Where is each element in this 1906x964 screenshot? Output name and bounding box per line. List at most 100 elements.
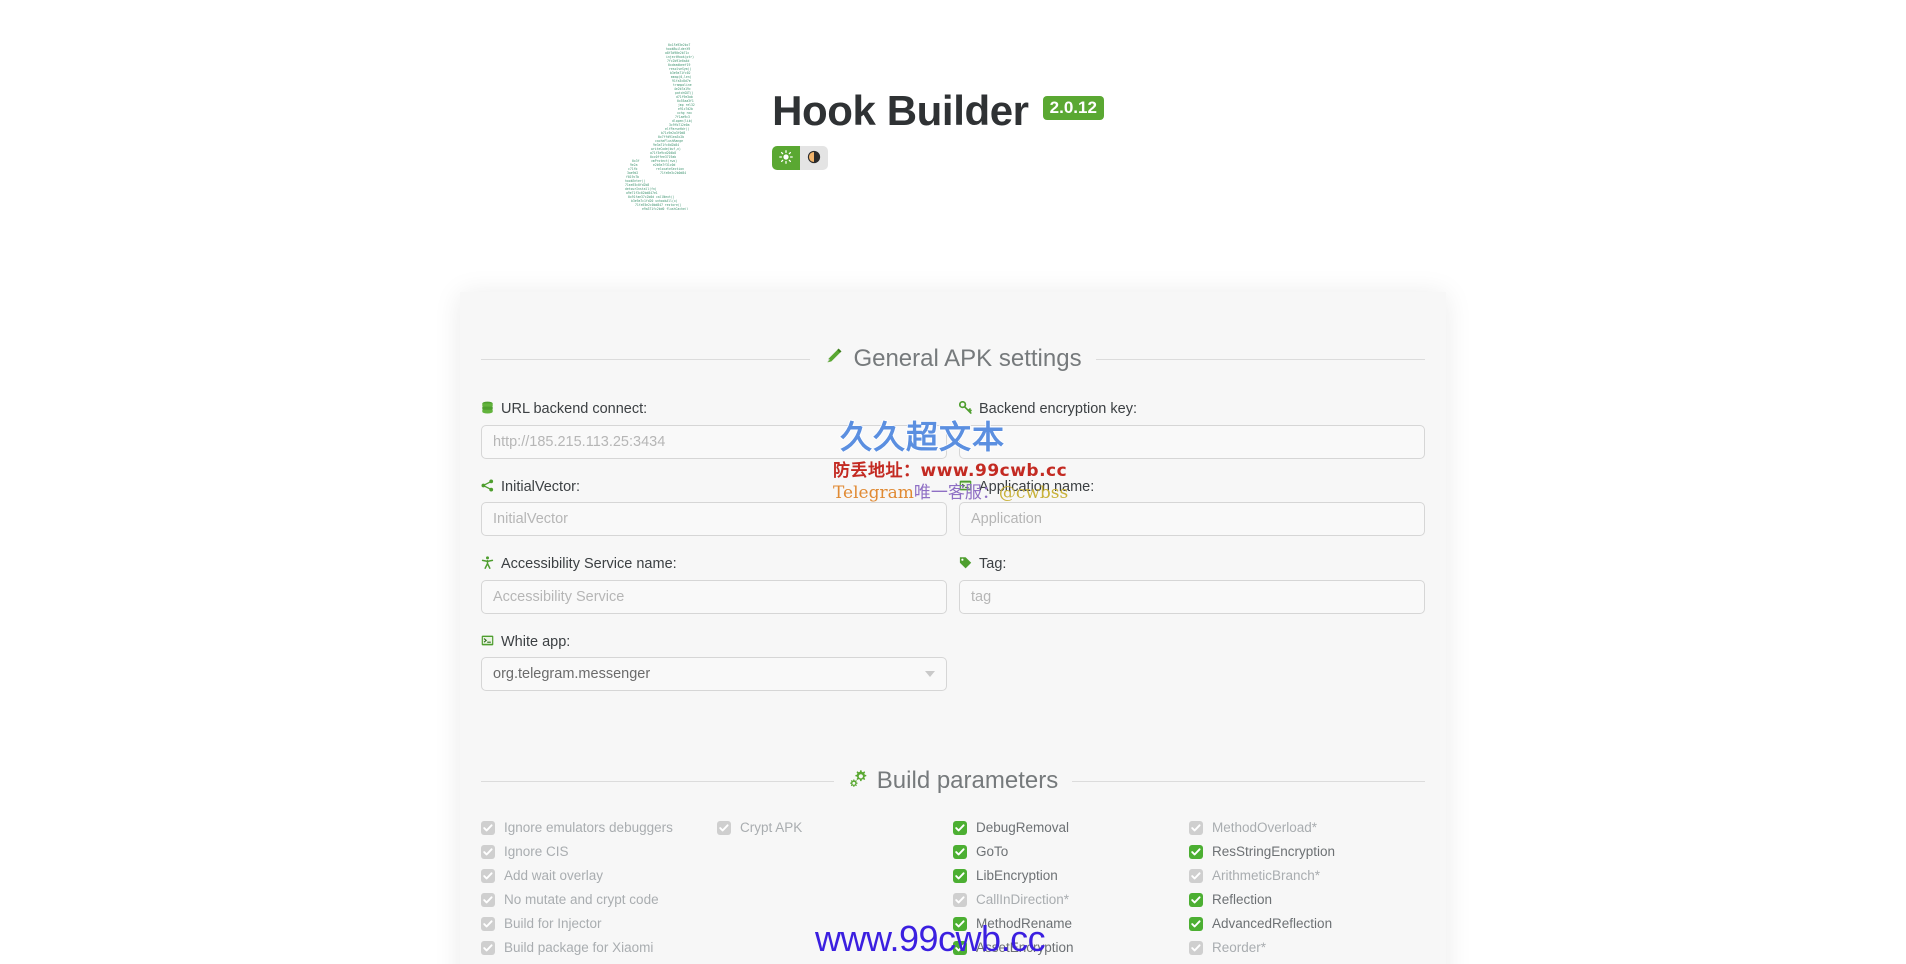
checkbox-row[interactable]: Reorder* bbox=[1189, 941, 1425, 955]
checkbox-label: AdvancedReflection bbox=[1212, 916, 1333, 932]
terminal-icon bbox=[481, 634, 494, 651]
checkbox-checked-icon[interactable] bbox=[953, 941, 967, 955]
checkbox-row[interactable]: MethodRename bbox=[953, 917, 1189, 931]
checkbox-checked-icon[interactable] bbox=[1189, 845, 1203, 859]
checkbox-label: GoTo bbox=[976, 844, 1009, 860]
tag-icon bbox=[959, 556, 972, 573]
accessibility-service-input[interactable] bbox=[481, 579, 947, 614]
theme-toggle[interactable] bbox=[772, 146, 829, 170]
checkbox-checked-icon[interactable] bbox=[481, 893, 495, 907]
checkbox-checked-icon[interactable] bbox=[481, 869, 495, 883]
checkbox-label: Reflection bbox=[1212, 892, 1273, 908]
checkbox-row[interactable]: MethodOverload* bbox=[1189, 821, 1425, 835]
checkbox-checked-icon[interactable] bbox=[953, 917, 967, 931]
version-badge: 2.0.12 bbox=[1042, 96, 1104, 120]
checkbox-row[interactable]: CallInDirection* bbox=[953, 893, 1189, 907]
checkbox-label: Build for Injector bbox=[504, 916, 602, 932]
database-icon bbox=[481, 401, 494, 418]
svg-text:71fa9e3c2b0d84: 71fa9e3c2b0d84 bbox=[660, 171, 686, 175]
checkbox-row[interactable]: DebugRemoval bbox=[953, 821, 1189, 835]
sun-icon bbox=[779, 149, 793, 167]
theme-light-button[interactable] bbox=[772, 146, 801, 170]
checkbox-row[interactable]: GoTo bbox=[953, 845, 1189, 859]
checkbox-checked-icon[interactable] bbox=[481, 845, 495, 859]
field-label-encryption-key: Backend encryption key: bbox=[979, 401, 1137, 417]
checkbox-label: MethodOverload* bbox=[1212, 820, 1318, 836]
url-backend-input[interactable] bbox=[481, 424, 947, 459]
checkbox-checked-icon[interactable] bbox=[481, 917, 495, 931]
checkbox-checked-icon[interactable] bbox=[481, 941, 495, 955]
share-icon bbox=[481, 479, 494, 496]
checkbox-row[interactable]: Ignore CIS bbox=[481, 845, 717, 859]
accessibility-icon bbox=[481, 556, 494, 573]
build-parameters-column-3: DebugRemoval GoTo LibEncryption CallInDirec… bbox=[953, 821, 1189, 955]
page-title: Hook Builder bbox=[772, 87, 1029, 134]
checkbox-label: Reorder* bbox=[1212, 940, 1267, 956]
checkbox-row[interactable]: Build for Injector bbox=[481, 917, 717, 931]
checkbox-checked-icon[interactable] bbox=[1189, 893, 1203, 907]
field-white-app: White app: org.telegram.messenger bbox=[481, 634, 947, 691]
checkbox-checked-icon[interactable] bbox=[1189, 917, 1203, 931]
divider-right bbox=[1095, 358, 1426, 360]
checkbox-row[interactable]: ResStringEncryption bbox=[1189, 845, 1425, 859]
checkbox-label: MethodRename bbox=[976, 916, 1073, 932]
contrast-icon bbox=[807, 150, 821, 167]
checkbox-row[interactable]: Add wait overlay bbox=[481, 869, 717, 883]
checkbox-checked-icon[interactable] bbox=[481, 821, 495, 835]
tag-input[interactable] bbox=[959, 579, 1425, 614]
checkbox-label: Add wait overlay bbox=[504, 868, 604, 884]
checkbox-row[interactable]: Ignore emulators debuggers bbox=[481, 821, 717, 835]
checkbox-row[interactable]: Reflection bbox=[1189, 893, 1425, 907]
field-label-url-backend: URL backend connect: bbox=[501, 401, 648, 417]
checkbox-row[interactable]: No mutate and crypt code bbox=[481, 893, 717, 907]
checkbox-row[interactable]: ArithmeticBranch* bbox=[1189, 869, 1425, 883]
field-url-backend: URL backend connect: bbox=[481, 401, 947, 459]
field-tag: Tag: bbox=[959, 556, 1425, 614]
build-parameters-column-1: Ignore emulators debuggers Ignore CIS Add … bbox=[481, 821, 717, 955]
section-header-general: General APK settings bbox=[481, 345, 1426, 373]
fish-hook-ascii-logo: 0x1Fa93e2bc7 hookBuilderX9 a8f3d90e2b71c… bbox=[622, 40, 726, 210]
white-app-select[interactable]: org.telegram.messenger bbox=[481, 657, 947, 691]
divider-left bbox=[481, 780, 834, 782]
checkbox-checked-icon[interactable] bbox=[953, 893, 967, 907]
checkbox-checked-icon[interactable] bbox=[717, 821, 731, 835]
checkbox-checked-icon[interactable] bbox=[953, 845, 967, 859]
checkbox-label: CallInDirection* bbox=[976, 892, 1070, 908]
field-accessibility-service: Accessibility Service name: bbox=[481, 556, 947, 614]
general-settings-form: URL backend connect: Backend encryption … bbox=[481, 400, 1425, 711]
checkbox-checked-icon[interactable] bbox=[953, 869, 967, 883]
encryption-key-input[interactable] bbox=[959, 424, 1425, 459]
application-name-input[interactable] bbox=[959, 502, 1425, 536]
checkbox-checked-icon[interactable] bbox=[1189, 821, 1203, 835]
checkbox-row[interactable]: Build package for Xiaomi bbox=[481, 941, 717, 955]
settings-card: General APK settings URL backend connect… bbox=[460, 292, 1446, 964]
checkbox-checked-icon[interactable] bbox=[1189, 941, 1203, 955]
checkbox-checked-icon[interactable] bbox=[953, 821, 967, 835]
checkbox-label: Ignore emulators debuggers bbox=[504, 820, 673, 836]
divider-right bbox=[1072, 780, 1426, 782]
checkbox-label: DebugRemoval bbox=[976, 820, 1070, 836]
page-header: 0x1Fa93e2bc7 hookBuilderX9 a8f3d90e2b71c… bbox=[0, 0, 1906, 250]
initial-vector-input[interactable] bbox=[481, 502, 947, 536]
app-window-icon bbox=[959, 479, 972, 496]
checkbox-checked-icon[interactable] bbox=[1189, 869, 1203, 883]
field-label-accessibility-service: Accessibility Service name: bbox=[501, 556, 677, 572]
field-label-tag: Tag: bbox=[979, 556, 1007, 572]
checkbox-row[interactable]: Crypt APK bbox=[717, 821, 953, 835]
field-application-name: Application name: bbox=[959, 478, 1425, 536]
checkbox-row[interactable]: AdvancedReflection bbox=[1189, 917, 1425, 931]
app-page: 0x1Fa93e2bc7 hookBuilderX9 a8f3d90e2b71c… bbox=[0, 0, 1906, 964]
gears-icon bbox=[848, 767, 868, 795]
checkbox-row[interactable]: AssetEncryption bbox=[953, 941, 1189, 955]
checkbox-label: ArithmeticBranch* bbox=[1212, 868, 1321, 884]
theme-contrast-button[interactable] bbox=[800, 146, 829, 170]
checkbox-row[interactable]: LibEncryption bbox=[953, 869, 1189, 883]
field-label-application-name: Application name: bbox=[979, 478, 1095, 495]
section-title-general: General APK settings bbox=[853, 345, 1082, 372]
checkbox-label: AssetEncryption bbox=[976, 940, 1074, 956]
section-title-build: Build parameters bbox=[876, 767, 1059, 794]
divider-left bbox=[481, 358, 811, 360]
checkbox-label: Crypt APK bbox=[740, 820, 803, 836]
field-initial-vector: InitialVector: bbox=[481, 479, 947, 536]
checkbox-label: ResStringEncryption bbox=[1212, 844, 1336, 860]
